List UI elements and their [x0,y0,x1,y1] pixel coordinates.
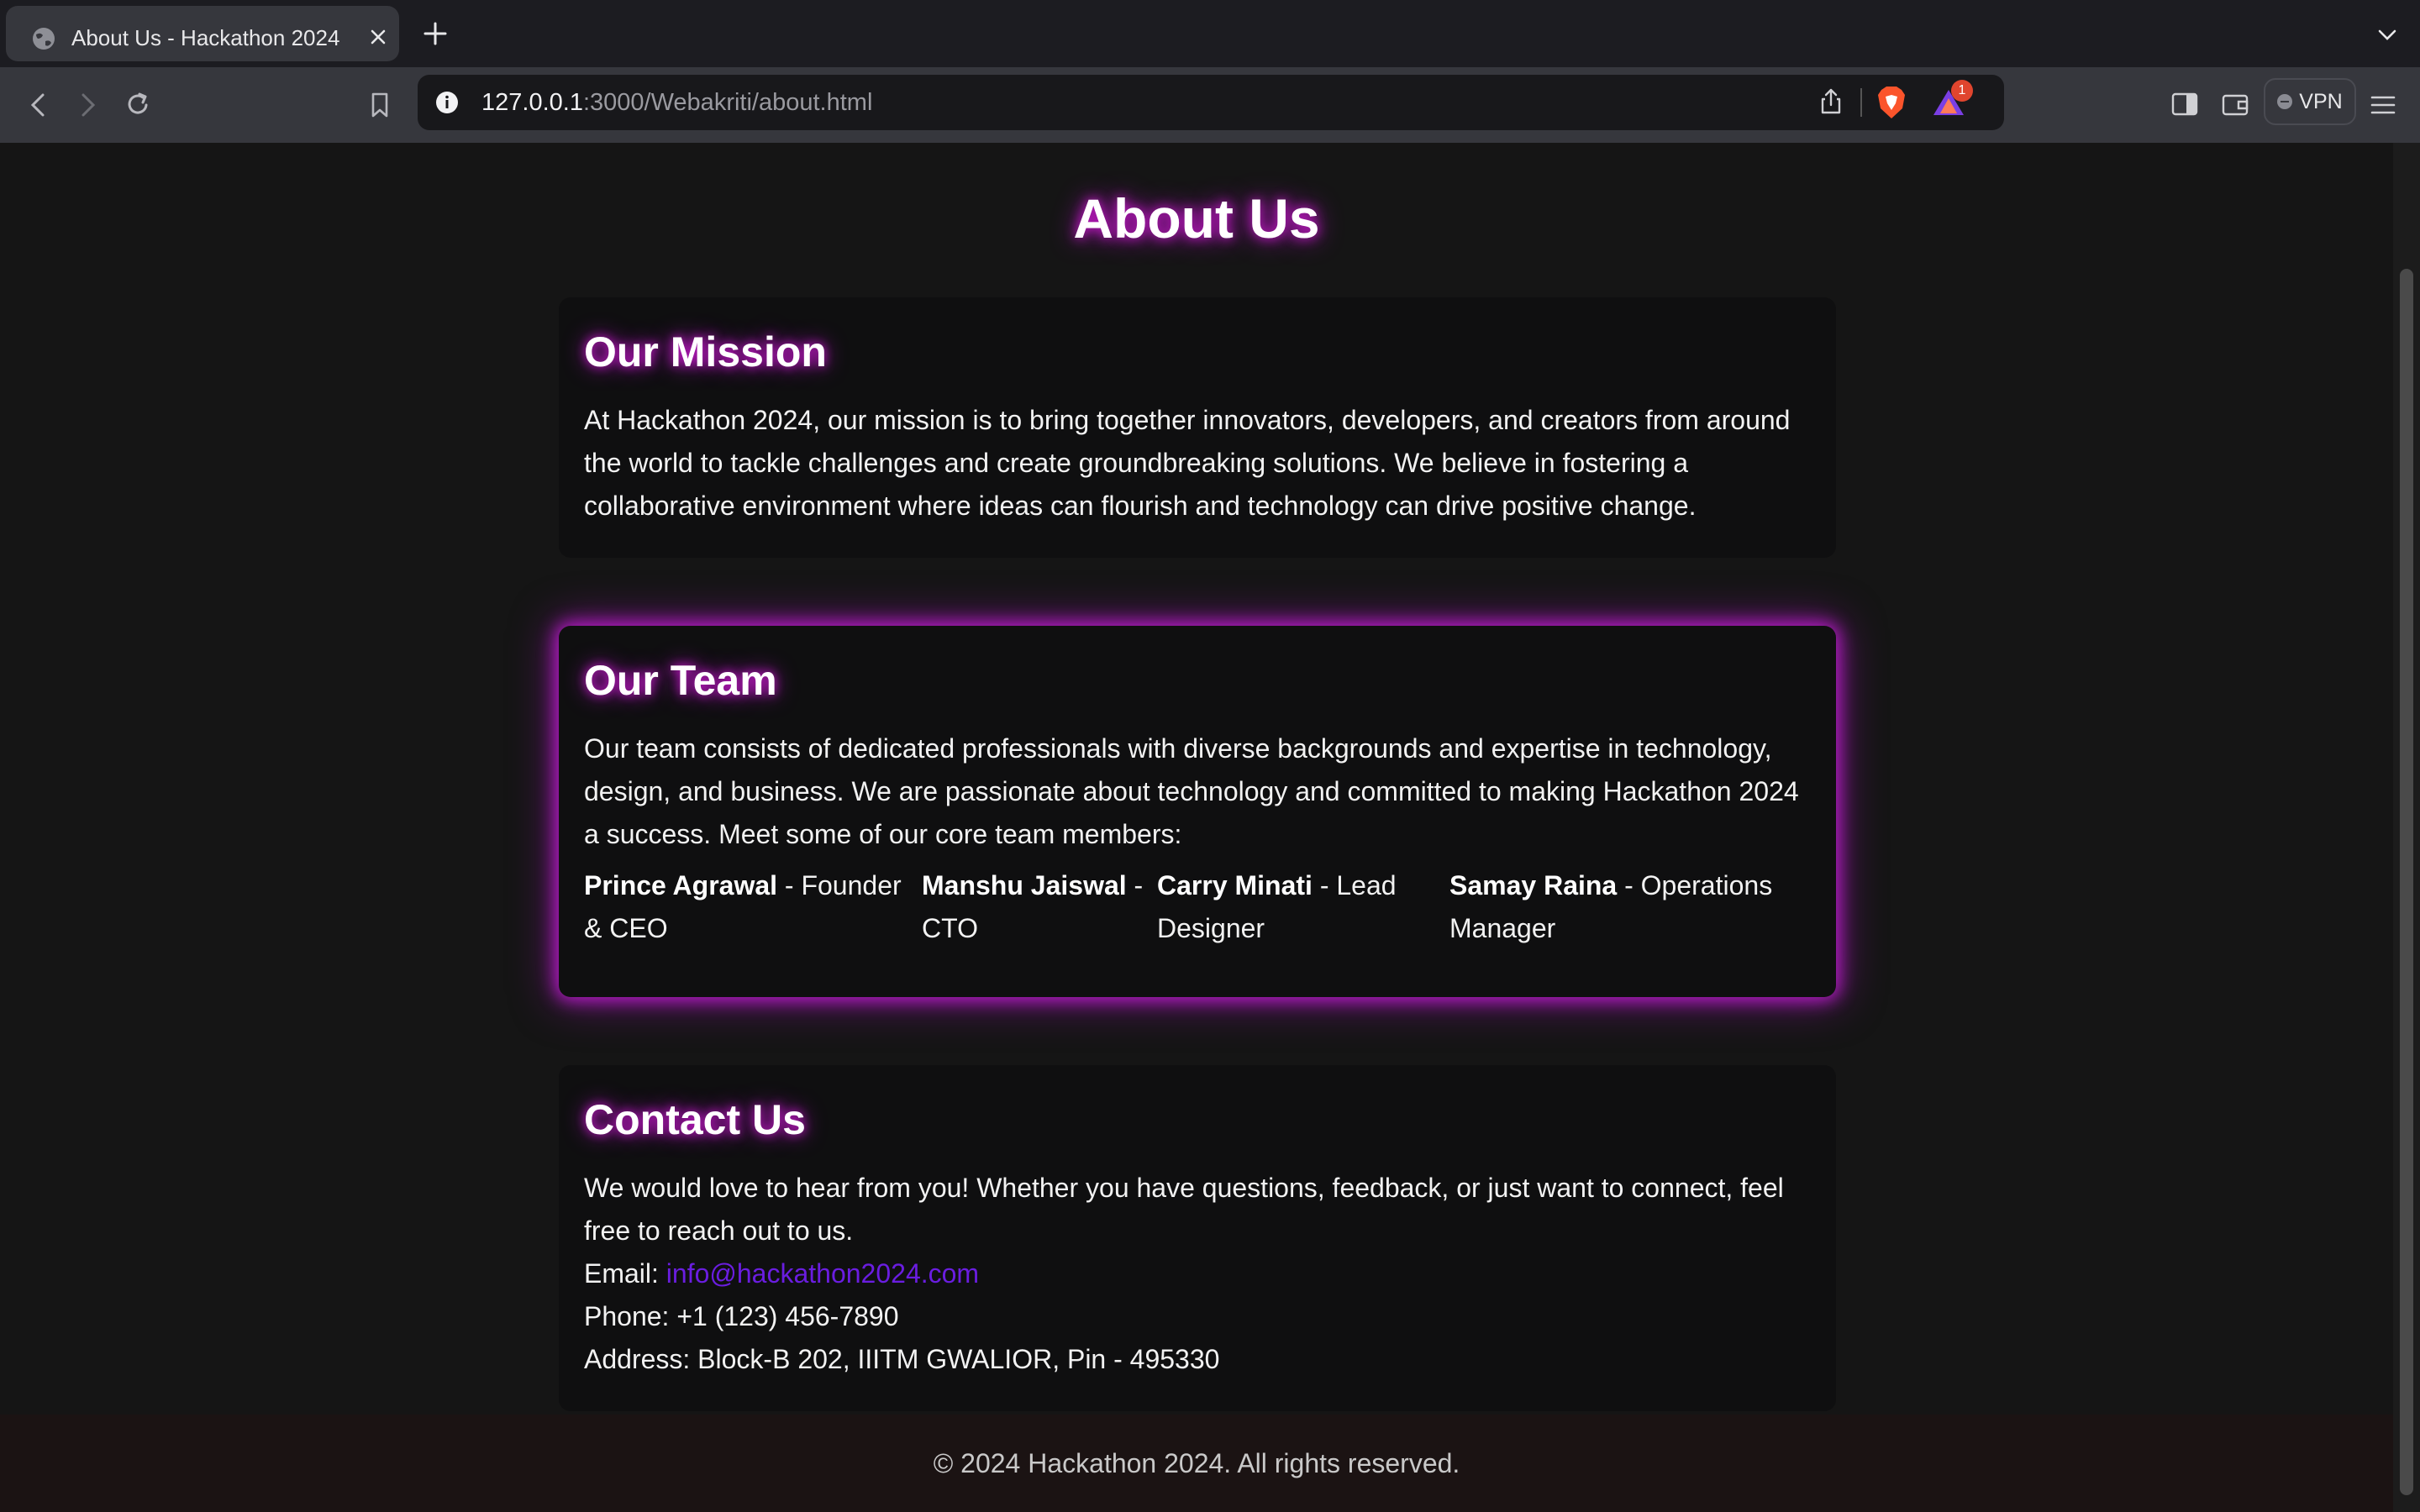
tab-bar: About Us - Hackathon 2024 [0,0,2420,67]
forward-arrow-icon[interactable] [69,87,106,123]
scrollbar-thumb[interactable] [2400,269,2413,1495]
share-icon[interactable] [1816,87,1846,117]
contact-text: We would love to hear from you! Whether … [584,1173,1784,1246]
vpn-status-icon [2277,94,2293,109]
hamburger-menu-icon[interactable] [2366,88,2400,122]
tab-title: About Us - Hackathon 2024 [71,25,340,50]
close-icon[interactable] [366,24,391,50]
member-name: Carry Minati [1157,870,1313,900]
url-host: 127.0.0.1 [481,89,583,116]
footer: © 2024 Hackathon 2024. All rights reserv… [0,1415,2393,1512]
team-member: Manshu Jaiswal - CTO [922,864,1157,950]
team-text: Our team consists of dedicated professio… [584,733,1799,849]
contact-heading: Contact Us [584,1096,806,1143]
rewards-badge: 1 [1951,80,1973,102]
team-heading: Our Team [584,657,777,704]
globe-icon [33,28,55,50]
bookmark-icon[interactable] [361,87,398,123]
team-member: Prince Agrawal - Founder & CEO [584,864,922,950]
footer-text: © 2024 Hackathon 2024. All rights reserv… [933,1448,1460,1478]
mission-section: Our Mission At Hackathon 2024, our missi… [559,297,1836,558]
contact-email: Email: info@hackathon2024.com [584,1252,1811,1295]
team-section: Our Team Our team consists of dedicated … [559,626,1836,997]
page-viewport[interactable]: About Us Our Mission At Hackathon 2024, … [0,143,2420,1512]
vpn-button[interactable]: VPN [2264,78,2356,125]
member-name: Prince Agrawal [584,870,778,900]
mission-heading: Our Mission [584,328,827,375]
team-members: Prince Agrawal - Founder & CEO Manshu Ja… [584,864,1811,950]
wallet-icon[interactable] [2218,87,2252,121]
chevron-down-icon[interactable] [2375,22,2400,47]
sidebar-toggle-icon[interactable] [2168,87,2202,121]
vpn-label: VPN [2299,89,2343,113]
email-label: Email: [584,1258,666,1289]
address-bar[interactable]: 127.0.0.1:3000/Webakriti/about.html 1 [418,75,2004,130]
tab-about-us[interactable]: About Us - Hackathon 2024 [6,6,399,61]
team-member: Carry Minati - Lead Designer [1157,864,1449,950]
back-arrow-icon[interactable] [20,87,57,123]
email-link[interactable]: info@hackathon2024.com [666,1258,979,1289]
browser-toolbar: 127.0.0.1:3000/Webakriti/about.html 1 VP… [0,67,2420,143]
mission-text: At Hackathon 2024, our mission is to bri… [584,405,1791,521]
contact-phone: Phone: +1 (123) 456-7890 [584,1301,899,1331]
contact-section: Contact Us We would love to hear from yo… [559,1065,1836,1411]
url-path: :3000/Webakriti/about.html [582,89,873,116]
member-name: Manshu Jaiswal [922,870,1127,900]
contact-address: Address: Block-B 202, IIITM GWALIOR, Pin… [584,1344,1220,1374]
team-member: Samay Raina - Operations Manager [1449,864,1811,950]
info-icon[interactable] [434,90,460,115]
reload-icon[interactable] [119,87,156,123]
url-text[interactable]: 127.0.0.1:3000/Webakriti/about.html [481,89,872,117]
brave-shield-icon[interactable] [1875,85,1908,120]
divider [1860,88,1862,117]
member-name: Samay Raina [1449,870,1618,900]
page-title: About Us [1073,187,1320,249]
new-tab-plus-icon[interactable] [420,18,450,49]
